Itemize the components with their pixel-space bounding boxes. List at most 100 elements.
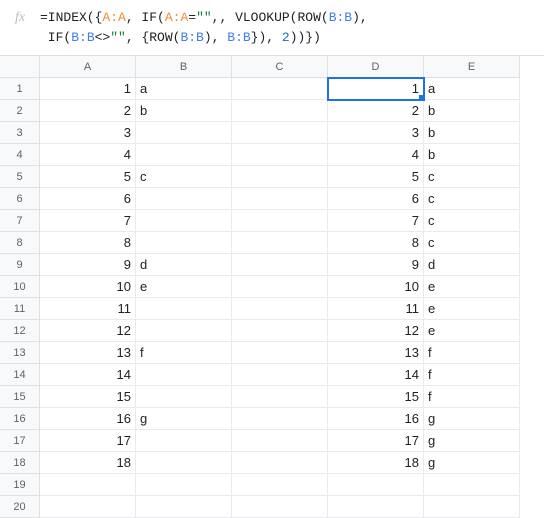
cell[interactable] [232,320,328,342]
cell[interactable]: 6 [328,188,424,210]
cell[interactable]: 10 [328,276,424,298]
cell[interactable]: g [424,408,520,430]
row-head[interactable]: 7 [0,210,40,232]
cell[interactable]: b [136,100,232,122]
cell[interactable]: 11 [328,298,424,320]
cell[interactable]: g [424,452,520,474]
cell[interactable]: 7 [328,210,424,232]
cell[interactable]: 12 [40,320,136,342]
cell[interactable]: 15 [40,386,136,408]
col-head-a[interactable]: A [40,56,136,78]
cell[interactable]: c [424,210,520,232]
cell[interactable]: 14 [328,364,424,386]
row-head[interactable]: 15 [0,386,40,408]
cell[interactable] [232,276,328,298]
cell[interactable] [424,474,520,496]
cell[interactable]: b [424,144,520,166]
cell[interactable] [232,210,328,232]
cell[interactable]: 18 [40,452,136,474]
cell[interactable]: b [424,122,520,144]
cell[interactable]: 5 [40,166,136,188]
cell[interactable] [328,496,424,518]
cell[interactable]: 13 [40,342,136,364]
cell[interactable] [136,144,232,166]
cell[interactable]: 7 [40,210,136,232]
cell[interactable] [232,474,328,496]
cell[interactable]: c [424,232,520,254]
cell[interactable] [40,496,136,518]
row-head[interactable]: 20 [0,496,40,518]
cell[interactable] [424,496,520,518]
cell[interactable]: 13 [328,342,424,364]
cell[interactable]: b [424,100,520,122]
cell[interactable]: 4 [328,144,424,166]
cell[interactable] [232,166,328,188]
cell[interactable]: 16 [328,408,424,430]
cell[interactable]: d [424,254,520,276]
cell[interactable]: 1 [328,78,424,100]
cell[interactable] [136,210,232,232]
cell[interactable] [136,386,232,408]
row-head[interactable]: 5 [0,166,40,188]
cell[interactable]: a [424,78,520,100]
cell[interactable]: 15 [328,386,424,408]
cell[interactable]: a [136,78,232,100]
cell[interactable]: 8 [328,232,424,254]
cell[interactable] [232,254,328,276]
cell[interactable]: 3 [40,122,136,144]
cell[interactable] [136,430,232,452]
cell[interactable] [328,474,424,496]
cell[interactable]: 9 [328,254,424,276]
cell[interactable]: e [424,298,520,320]
cell[interactable] [136,496,232,518]
cell[interactable]: e [136,276,232,298]
cell[interactable]: c [424,166,520,188]
row-head[interactable]: 8 [0,232,40,254]
cell[interactable] [232,100,328,122]
cell[interactable]: e [424,320,520,342]
cell[interactable]: 3 [328,122,424,144]
cell[interactable] [136,232,232,254]
cell[interactable] [232,386,328,408]
cell[interactable] [40,474,136,496]
cell[interactable]: c [424,188,520,210]
cell[interactable]: f [424,364,520,386]
cell[interactable] [232,78,328,100]
cell[interactable] [232,188,328,210]
cell[interactable]: 5 [328,166,424,188]
row-head[interactable]: 2 [0,100,40,122]
cell[interactable] [136,188,232,210]
row-head[interactable]: 17 [0,430,40,452]
col-head-c[interactable]: C [232,56,328,78]
select-all-corner[interactable] [0,56,40,78]
cell[interactable]: f [136,342,232,364]
cell[interactable] [136,320,232,342]
row-head[interactable]: 9 [0,254,40,276]
col-head-d[interactable]: D [328,56,424,78]
row-head[interactable]: 14 [0,364,40,386]
cell[interactable]: 16 [40,408,136,430]
cell[interactable]: 9 [40,254,136,276]
cell[interactable]: e [424,276,520,298]
cell[interactable] [136,364,232,386]
cell[interactable]: 4 [40,144,136,166]
col-head-b[interactable]: B [136,56,232,78]
cell[interactable]: 11 [40,298,136,320]
cell[interactable]: g [424,430,520,452]
row-head[interactable]: 6 [0,188,40,210]
cell[interactable] [232,408,328,430]
row-head[interactable]: 11 [0,298,40,320]
cell[interactable] [232,144,328,166]
cell[interactable]: d [136,254,232,276]
cell[interactable]: 18 [328,452,424,474]
col-head-e[interactable]: E [424,56,520,78]
cell[interactable] [232,430,328,452]
cell[interactable] [232,342,328,364]
row-head[interactable]: 4 [0,144,40,166]
cell[interactable]: 2 [40,100,136,122]
cell[interactable]: 10 [40,276,136,298]
cell[interactable]: 6 [40,188,136,210]
cell[interactable]: 17 [40,430,136,452]
cell[interactable]: 12 [328,320,424,342]
cell[interactable]: 1 [40,78,136,100]
